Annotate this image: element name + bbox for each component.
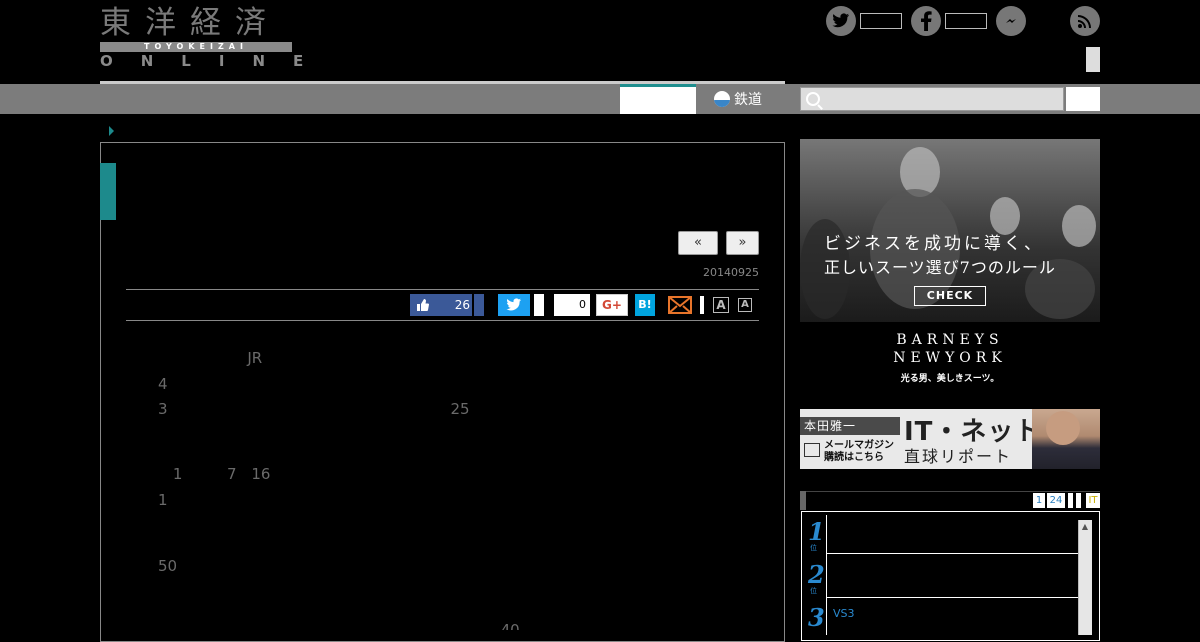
author-name: 本田雅一	[804, 419, 857, 433]
share-separator	[700, 296, 704, 314]
ad-tagline: 光る男、美しきスーツ。	[900, 374, 1000, 384]
train-icon	[714, 91, 730, 107]
rss-icon[interactable]	[1070, 6, 1100, 36]
ranking-header-marker	[800, 491, 806, 510]
site-logo[interactable]: 東洋経済 TOYOKEIZAI ONLINE	[100, 5, 332, 70]
search-input[interactable]	[800, 87, 1064, 111]
like-share-button[interactable]	[474, 294, 484, 316]
nav-item-active[interactable]	[620, 84, 696, 114]
share-count: 0	[554, 294, 590, 316]
newsletter-ad-banner[interactable]: 本田雅一 メールマガジン 購読はこちら IT・ネット 直球リポート	[800, 409, 1100, 469]
header-small-button[interactable]	[1086, 47, 1100, 72]
messenger-icon[interactable]	[996, 6, 1026, 36]
tweet-button[interactable]	[498, 294, 530, 316]
like-count: 26	[454, 298, 470, 312]
rank-suffix: 位	[810, 587, 817, 595]
newsletter-label-line1: メールマガジン	[824, 440, 894, 451]
rank-number: 1	[808, 517, 825, 546]
ranking-tab-it[interactable]: IT	[1086, 493, 1100, 508]
article-paragraph: JR 4 3 25	[158, 349, 724, 418]
rank-number: 2	[808, 560, 825, 589]
ranking-scrollbar[interactable]	[1078, 520, 1092, 635]
next-page-button[interactable]: »	[726, 231, 759, 255]
logo-online-text: ONLINE	[100, 52, 332, 70]
ad-brand-line1: BARNEYS	[896, 332, 1004, 348]
logo-main-text: 東洋経済	[100, 5, 280, 41]
article-title-marker	[100, 163, 116, 220]
rank-suffix: 位	[810, 544, 817, 552]
nav-item-tetsudo-label: 鉄道	[734, 92, 762, 108]
breadcrumb-arrow-icon	[109, 126, 114, 136]
google-plus-button[interactable]: G+	[596, 294, 628, 316]
rank-title[interactable]: VS3	[833, 607, 855, 620]
thumbs-up-icon	[417, 299, 429, 311]
author-face	[1046, 411, 1080, 445]
font-size-large-button[interactable]: A	[713, 297, 729, 313]
logo-sub-text: TOYOKEIZAI	[144, 42, 248, 51]
suit-ad-banner[interactable]: ビジネスを成功に導く、 正しいスーツ選び7つのルール CHECK BARNEYS…	[800, 139, 1100, 389]
ad-copy-line1: ビジネスを成功に導く、	[824, 234, 1044, 254]
ranking-header-line	[800, 491, 1100, 492]
newsletter-subtitle: 直球リポート	[904, 447, 1013, 466]
share-divider-bottom	[126, 320, 759, 321]
newsletter-label-line2: 購読はこちら	[824, 452, 884, 463]
ranking-tab-4[interactable]	[1076, 493, 1081, 508]
search-button[interactable]	[1066, 87, 1100, 111]
article-paragraph: 40 77	[500, 621, 724, 630]
ad-copy-line2: 正しいスーツ選び7つのルール	[824, 258, 1056, 277]
article-paragraph: 1 7 16 1	[158, 465, 724, 509]
twitter-icon[interactable]	[826, 6, 856, 36]
article-paragraph: 50	[158, 556, 177, 575]
twitter-bird-icon	[506, 298, 521, 311]
ranking-divider	[826, 515, 827, 635]
prev-page-button[interactable]: «	[678, 231, 718, 255]
font-size-small-button[interactable]: A	[738, 298, 752, 312]
mail-icon[interactable]	[668, 295, 692, 315]
ad-brand-line2: NEWYORK	[893, 350, 1007, 366]
ranking-tab-1[interactable]: 1	[1033, 493, 1045, 508]
facebook-count-box	[945, 13, 987, 29]
ad-check-button[interactable]: CHECK	[914, 286, 986, 306]
scroll-up-arrow-icon[interactable]: ▲	[1080, 521, 1090, 533]
article-date: 20140925	[703, 266, 759, 279]
twitter-count-box	[860, 13, 902, 29]
rank-number: 3	[808, 603, 825, 632]
rank-row-line	[826, 553, 1078, 554]
search-icon	[806, 92, 820, 106]
newsletter-mail-icon	[804, 443, 820, 457]
ranking-tab-3[interactable]	[1068, 493, 1073, 508]
share-divider-top	[126, 289, 759, 290]
ranking-list	[801, 511, 1100, 641]
hatena-bookmark-button[interactable]: B!	[635, 294, 655, 316]
ranking-tab-24[interactable]: 24	[1047, 493, 1065, 508]
facebook-icon[interactable]	[911, 6, 941, 36]
nav-item-tetsudo[interactable]: 鉄道	[714, 88, 762, 110]
rank-row-line	[826, 597, 1078, 598]
tweet-count-box	[534, 294, 544, 316]
